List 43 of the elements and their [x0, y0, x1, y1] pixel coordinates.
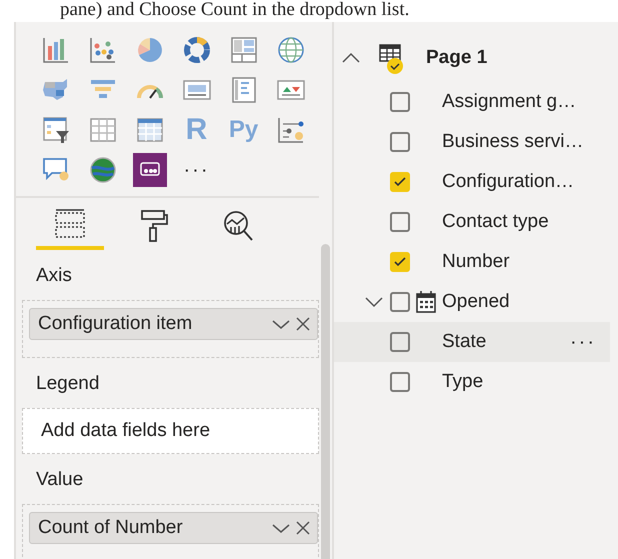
power-apps-icon[interactable]: [132, 153, 166, 187]
checkbox[interactable]: [390, 172, 410, 192]
field-pill[interactable]: Configuration item: [29, 308, 318, 340]
well-label: Axis: [35, 264, 73, 288]
drop-field[interactable]: Add data fields here: [22, 408, 319, 454]
scatter-chart-icon[interactable]: [88, 36, 116, 64]
caption-text: pane) and Choose Count in the dropdown list.: [59, 0, 410, 22]
matrix-icon[interactable]: [136, 116, 164, 144]
table-name[interactable]: Page 1: [426, 44, 488, 72]
checkbox[interactable]: [390, 252, 410, 272]
well-label: Legend: [35, 372, 100, 396]
treemap-icon[interactable]: [230, 36, 258, 64]
more-visuals-button[interactable]: ···: [184, 155, 210, 185]
field-name[interactable]: Opened: [442, 288, 510, 316]
check-icon: [393, 175, 407, 189]
check-icon: [393, 255, 407, 269]
analytics-icon[interactable]: [221, 209, 255, 243]
donut-chart-icon[interactable]: [182, 36, 210, 64]
slicer-icon[interactable]: [42, 116, 70, 144]
checkbox[interactable]: [390, 92, 410, 112]
field-name[interactable]: Business servi…: [442, 128, 584, 156]
scrollbar-thumb[interactable]: [321, 244, 330, 559]
field-name[interactable]: Number: [442, 248, 510, 276]
calendar-icon: [415, 290, 437, 314]
checkbox[interactable]: [390, 332, 410, 352]
well-label: Value: [35, 468, 84, 492]
multi-row-card-icon[interactable]: [230, 76, 258, 104]
field-name[interactable]: Type: [442, 368, 484, 396]
field-name[interactable]: Contact type: [442, 208, 549, 236]
key-influencers-icon[interactable]: [276, 116, 304, 144]
checkbox[interactable]: [390, 292, 410, 312]
field-name[interactable]: State: [442, 328, 486, 356]
checkbox[interactable]: [390, 132, 410, 152]
field-pill[interactable]: Count of Number: [29, 512, 318, 544]
checkbox[interactable]: [390, 212, 410, 232]
ribbon-chart-icon[interactable]: [42, 36, 70, 64]
checkbox[interactable]: [390, 372, 410, 392]
arcgis-map-icon[interactable]: [88, 156, 116, 184]
field-name[interactable]: Assignment g…: [442, 88, 576, 116]
field-name[interactable]: Configuration…: [442, 168, 574, 196]
globe-icon[interactable]: [276, 36, 304, 64]
table-icon[interactable]: [88, 116, 116, 144]
more-options-button[interactable]: ···: [570, 327, 596, 357]
